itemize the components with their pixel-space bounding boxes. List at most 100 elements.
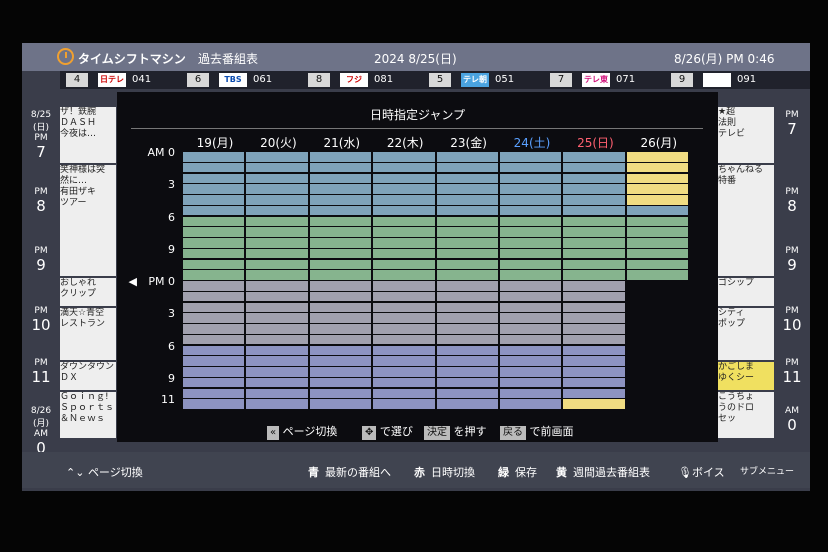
program-cell[interactable]: ダウンタウン ＤＸ <box>60 362 116 390</box>
time-slot-cell[interactable] <box>309 195 372 205</box>
submenu-button[interactable]: サブメニュー <box>740 464 794 477</box>
channel-6[interactable]: 6 TBS 061 <box>187 73 307 87</box>
time-slot-cell[interactable] <box>309 291 372 302</box>
time-slot-cell[interactable] <box>626 162 689 173</box>
time-slot-cell[interactable] <box>500 313 562 323</box>
channel-4[interactable]: 4 日テレ 041 <box>66 73 186 87</box>
time-slot-cell[interactable] <box>373 302 435 313</box>
time-slot-cell[interactable] <box>309 388 372 399</box>
time-slot-cell[interactable] <box>183 291 245 302</box>
time-slot-cell[interactable] <box>626 195 689 205</box>
time-slot-cell[interactable] <box>246 259 308 270</box>
time-slot-cell[interactable] <box>500 173 562 184</box>
time-slot-cell[interactable] <box>309 367 372 377</box>
time-slot-cell[interactable] <box>500 270 562 280</box>
day-header[interactable]: 19(月) <box>183 134 247 151</box>
time-slot-cell[interactable] <box>563 162 625 173</box>
time-slot-cell[interactable] <box>436 367 498 377</box>
green-button[interactable]: 緑保存 <box>498 464 537 480</box>
time-slot-cell[interactable] <box>183 205 245 216</box>
time-slot-cell[interactable] <box>626 205 689 216</box>
time-slot-cell[interactable] <box>436 334 498 345</box>
time-slot-cell[interactable] <box>373 248 435 259</box>
time-slot-cell[interactable] <box>563 238 625 248</box>
time-slot-cell[interactable] <box>563 281 625 291</box>
time-slot-cell[interactable] <box>246 216 308 227</box>
time-slot-cell[interactable] <box>246 345 308 356</box>
time-slot-cell[interactable] <box>500 195 562 205</box>
time-slot-cell[interactable] <box>436 216 498 227</box>
time-slot-cell[interactable] <box>500 377 562 388</box>
time-slot-cell[interactable] <box>626 227 689 237</box>
time-slot-cell[interactable] <box>500 248 562 259</box>
day-header[interactable]: 21(水) <box>310 134 374 151</box>
time-slot-cell[interactable] <box>626 152 689 162</box>
time-slot-cell[interactable] <box>183 227 245 237</box>
time-slot-cell[interactable] <box>246 302 308 313</box>
time-slot-cell[interactable] <box>373 324 435 334</box>
time-slot-cell[interactable] <box>563 216 625 227</box>
time-slot-cell[interactable] <box>246 313 308 323</box>
time-slot-cell[interactable] <box>309 313 372 323</box>
time-slot-cell[interactable] <box>246 399 308 409</box>
time-slot-cell[interactable] <box>626 248 689 259</box>
time-slot-cell[interactable] <box>373 291 435 302</box>
time-slot-cell[interactable] <box>309 334 372 345</box>
time-slot-cell[interactable] <box>183 367 245 377</box>
time-slot-cell[interactable] <box>246 248 308 259</box>
time-slot-cell[interactable] <box>246 227 308 237</box>
time-slot-cell[interactable] <box>183 152 245 162</box>
program-cell[interactable]: こうちょ うのドロ セッ <box>718 392 774 438</box>
time-slot-cell[interactable] <box>309 184 372 194</box>
time-slot-cell[interactable] <box>626 238 689 248</box>
time-slot-cell[interactable] <box>183 259 245 270</box>
time-slot-cell[interactable] <box>626 184 689 194</box>
program-cell[interactable]: Ｇｏｉｎｇ! Ｓｐｏｒｔｓ ＆Ｎｅｗｓ <box>60 392 116 438</box>
time-slot-cell[interactable] <box>183 345 245 356</box>
time-slot-cell[interactable] <box>183 356 245 366</box>
time-slot-cell[interactable] <box>563 399 625 409</box>
time-slot-cell[interactable] <box>500 227 562 237</box>
time-slot-cell[interactable] <box>183 162 245 173</box>
time-slot-cell[interactable] <box>309 162 372 173</box>
time-slot-cell[interactable] <box>183 302 245 313</box>
time-slot-cell[interactable] <box>246 388 308 399</box>
time-slot-cell[interactable] <box>500 345 562 356</box>
time-slot-cell[interactable] <box>246 367 308 377</box>
program-cell[interactable]: シティ ポップ <box>718 308 774 360</box>
time-slot-cell[interactable] <box>500 356 562 366</box>
time-slot-cell[interactable] <box>373 345 435 356</box>
blue-button[interactable]: 青最新の番組へ <box>308 464 391 480</box>
time-slot-cell[interactable] <box>500 238 562 248</box>
time-slot-cell[interactable] <box>373 162 435 173</box>
time-slot-cell[interactable] <box>309 281 372 291</box>
time-slot-cell[interactable] <box>626 173 689 184</box>
time-slot-cell[interactable] <box>500 259 562 270</box>
time-slot-cell[interactable] <box>563 248 625 259</box>
time-slot-cell[interactable] <box>563 152 625 162</box>
time-slot-cell[interactable] <box>563 270 625 280</box>
time-slot-cell[interactable] <box>309 399 372 409</box>
program-cell[interactable]: 満天☆青空 レストラン <box>60 308 116 360</box>
time-slot-cell[interactable] <box>183 281 245 291</box>
time-slot-cell[interactable] <box>183 238 245 248</box>
time-slot-cell[interactable] <box>309 259 372 270</box>
channel-5[interactable]: 5 テレ朝 051 <box>429 73 549 87</box>
channel-7[interactable]: 7 テレ東 071 <box>550 73 670 87</box>
time-slot-cell[interactable] <box>563 227 625 237</box>
time-slot-cell[interactable] <box>500 216 562 227</box>
time-slot-cell[interactable] <box>183 334 245 345</box>
time-slot-cell[interactable] <box>373 195 435 205</box>
voice-button[interactable]: 🎙ボイス <box>678 464 725 480</box>
time-slot-cell[interactable] <box>309 216 372 227</box>
time-slot-cell[interactable] <box>373 270 435 280</box>
time-slot-cell[interactable] <box>183 377 245 388</box>
time-slot-cell[interactable] <box>563 195 625 205</box>
time-slot-cell[interactable] <box>436 324 498 334</box>
time-slot-cell[interactable] <box>500 324 562 334</box>
time-slot-cell[interactable] <box>436 152 498 162</box>
program-cell[interactable]: かごしま ゆくシー <box>718 362 774 390</box>
time-slot-cell[interactable] <box>246 334 308 345</box>
time-slot-cell[interactable] <box>500 302 562 313</box>
time-slot-cell[interactable] <box>436 259 498 270</box>
